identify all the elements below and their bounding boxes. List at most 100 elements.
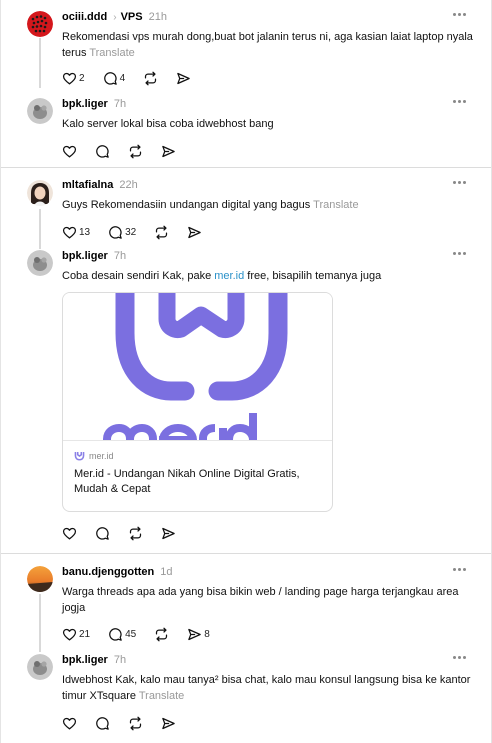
like-button[interactable]: 21 bbox=[62, 627, 90, 642]
action-bar bbox=[62, 715, 475, 731]
more-icon[interactable] bbox=[453, 568, 466, 571]
share-icon bbox=[176, 71, 191, 86]
username[interactable]: bpk.liger bbox=[62, 98, 108, 110]
username[interactable]: banu.djenggotten bbox=[62, 566, 154, 578]
comment-icon bbox=[95, 716, 110, 731]
action-bar bbox=[62, 525, 475, 541]
reply-button[interactable] bbox=[95, 526, 110, 541]
reply-text: Kalo server lokal bisa coba idwebhost ba… bbox=[62, 118, 274, 130]
heart-icon bbox=[62, 526, 77, 541]
repost-button[interactable] bbox=[154, 225, 169, 240]
reply-text: Coba desain sendiri Kak, pake mer.id fre… bbox=[62, 270, 382, 282]
share-button[interactable]: 8 bbox=[187, 627, 210, 642]
reply-count: 45 bbox=[125, 628, 137, 640]
like-count: 21 bbox=[79, 628, 91, 640]
reply-header: bpk.liger 7h bbox=[62, 96, 475, 112]
timestamp: 7h bbox=[113, 98, 127, 110]
username[interactable]: bpk.liger bbox=[62, 250, 108, 262]
translate-link[interactable]: Translate bbox=[313, 199, 358, 211]
more-icon[interactable] bbox=[453, 181, 466, 184]
share-icon bbox=[161, 526, 176, 541]
comment-icon bbox=[108, 225, 123, 240]
reply-button[interactable]: 4 bbox=[103, 71, 126, 86]
reply-button[interactable]: 32 bbox=[108, 225, 136, 240]
post-text: Warga threads apa ada yang bisa bikin we… bbox=[62, 586, 459, 614]
repost-button[interactable] bbox=[143, 71, 158, 86]
comment-icon bbox=[95, 526, 110, 541]
timestamp: 21h bbox=[148, 11, 167, 23]
avatar[interactable] bbox=[27, 250, 53, 276]
share-icon bbox=[161, 716, 176, 731]
timestamp: 7h bbox=[113, 654, 127, 666]
share-button[interactable] bbox=[161, 144, 176, 159]
translate-link[interactable]: Translate bbox=[139, 690, 184, 702]
username[interactable]: ociii.ddd bbox=[62, 11, 107, 23]
action-bar bbox=[62, 143, 475, 159]
translate-link[interactable]: Translate bbox=[89, 47, 134, 59]
more-icon[interactable] bbox=[453, 252, 466, 255]
heart-icon bbox=[62, 716, 77, 731]
comment-icon bbox=[95, 144, 110, 159]
share-button[interactable] bbox=[161, 716, 176, 731]
avatar[interactable] bbox=[27, 566, 53, 592]
repost-icon bbox=[128, 716, 143, 731]
like-button[interactable]: 2 bbox=[62, 71, 85, 86]
reply-button[interactable] bbox=[95, 716, 110, 731]
like-count: 13 bbox=[79, 226, 91, 238]
action-bar: 13 32 bbox=[62, 224, 475, 240]
topic-tag[interactable]: VPS bbox=[121, 11, 143, 23]
timestamp: 1d bbox=[160, 566, 173, 578]
heart-icon bbox=[62, 71, 77, 86]
timestamp: 7h bbox=[113, 250, 127, 262]
repost-icon bbox=[154, 225, 169, 240]
like-button[interactable] bbox=[62, 526, 77, 541]
repost-button[interactable] bbox=[154, 627, 169, 642]
like-button[interactable] bbox=[62, 716, 77, 731]
post-header: mltafialna 22h bbox=[62, 177, 475, 193]
avatar[interactable] bbox=[27, 11, 53, 37]
more-icon[interactable] bbox=[453, 656, 466, 659]
mer-id-link[interactable]: mer.id bbox=[214, 270, 244, 282]
avatar[interactable] bbox=[27, 654, 53, 680]
reply-header: bpk.liger 7h bbox=[62, 248, 475, 264]
share-button[interactable] bbox=[176, 71, 191, 86]
share-icon bbox=[187, 225, 202, 240]
action-bar: 2 4 bbox=[62, 70, 475, 86]
like-button[interactable] bbox=[62, 144, 77, 159]
username[interactable]: mltafialna bbox=[62, 179, 113, 191]
avatar[interactable] bbox=[27, 98, 53, 124]
threads-feed: ociii.ddd › VPS 21h Rekomendasi vps mura… bbox=[0, 0, 492, 743]
thread-2: mltafialna 22h Guys Rekomendasiin undang… bbox=[1, 168, 491, 554]
repost-button[interactable] bbox=[128, 144, 143, 159]
mer-id-logo-icon bbox=[74, 451, 85, 460]
post: ociii.ddd › VPS 21h Rekomendasi vps mura… bbox=[1, 9, 491, 86]
repost-button[interactable] bbox=[128, 716, 143, 731]
more-icon[interactable] bbox=[453, 100, 466, 103]
heart-icon bbox=[62, 225, 77, 240]
reply: bpk.liger 7h Coba desain sendiri Kak, pa… bbox=[1, 248, 491, 541]
link-preview-card[interactable]: mer.id Mer.id - Undangan Nikah Online Di… bbox=[62, 292, 333, 512]
thread-1: ociii.ddd › VPS 21h Rekomendasi vps mura… bbox=[1, 0, 491, 168]
share-count: 8 bbox=[204, 628, 210, 640]
thread-3: banu.djenggotten 1d Warga threads apa ad… bbox=[1, 554, 491, 743]
reply-count: 32 bbox=[125, 226, 137, 238]
avatar[interactable] bbox=[27, 180, 53, 206]
post-text: Guys Rekomendasiin undangan digital yang… bbox=[62, 199, 359, 211]
reply-button[interactable]: 45 bbox=[108, 627, 136, 642]
post-text: Rekomendasi vps murah dong,buat bot jala… bbox=[62, 31, 473, 59]
post: banu.djenggotten 1d Warga threads apa ad… bbox=[1, 564, 491, 642]
share-button[interactable] bbox=[187, 225, 202, 240]
repost-button[interactable] bbox=[128, 526, 143, 541]
repost-icon bbox=[128, 144, 143, 159]
more-icon[interactable] bbox=[453, 13, 466, 16]
reply-count: 4 bbox=[119, 72, 126, 84]
repost-icon bbox=[143, 71, 158, 86]
reply-button[interactable] bbox=[95, 144, 110, 159]
link-preview-image bbox=[63, 293, 332, 441]
share-icon bbox=[187, 627, 202, 642]
share-button[interactable] bbox=[161, 526, 176, 541]
username[interactable]: bpk.liger bbox=[62, 654, 108, 666]
like-button[interactable]: 13 bbox=[62, 225, 90, 240]
reply: bpk.liger 7h Kalo server lokal bisa coba… bbox=[1, 96, 491, 159]
reply: bpk.liger 7h Idwebhost Kak, kalo mau tan… bbox=[1, 652, 491, 731]
